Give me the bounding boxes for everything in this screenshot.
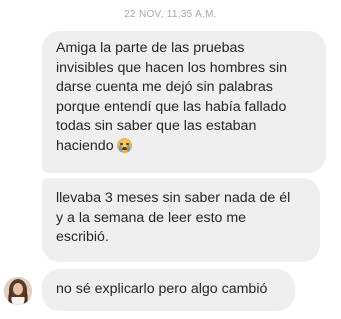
message-line: llevaba 3 meses sin saber nada de él xyxy=(56,190,291,206)
message-line-last: haciendo xyxy=(56,137,316,157)
message-line: invisibles que hacen los hombres sin xyxy=(56,59,288,76)
message-line: escribió. xyxy=(56,229,109,245)
profile-photo-icon xyxy=(4,277,32,305)
message-line: no sé explicarlo pero algo cambió xyxy=(56,281,268,297)
sender-avatar[interactable] xyxy=(4,277,32,305)
message-line: porque entendí que las había fallado xyxy=(56,98,287,115)
message-timestamp: 22 NOV, 11:35 A.M. xyxy=(124,9,217,20)
message-line: y a la semana de leer esto me xyxy=(56,209,247,226)
crying-face-emoji-icon xyxy=(116,137,132,153)
message-line: todas sin saber que las estaban xyxy=(56,118,257,134)
message-bubble-3[interactable]: no sé explicarlo pero algo cambió xyxy=(42,269,295,311)
message-bubble-2[interactable]: llevaba 3 meses sin saber nada de él y a… xyxy=(42,178,320,262)
message-line: haciendo xyxy=(56,137,114,154)
message-line: darse cuenta me dejó sin palabras xyxy=(56,79,273,95)
message-line: Amiga la parte de las pruebas xyxy=(56,40,245,56)
message-bubble-1[interactable]: Amiga la parte de las pruebas invisibles… xyxy=(42,31,326,173)
